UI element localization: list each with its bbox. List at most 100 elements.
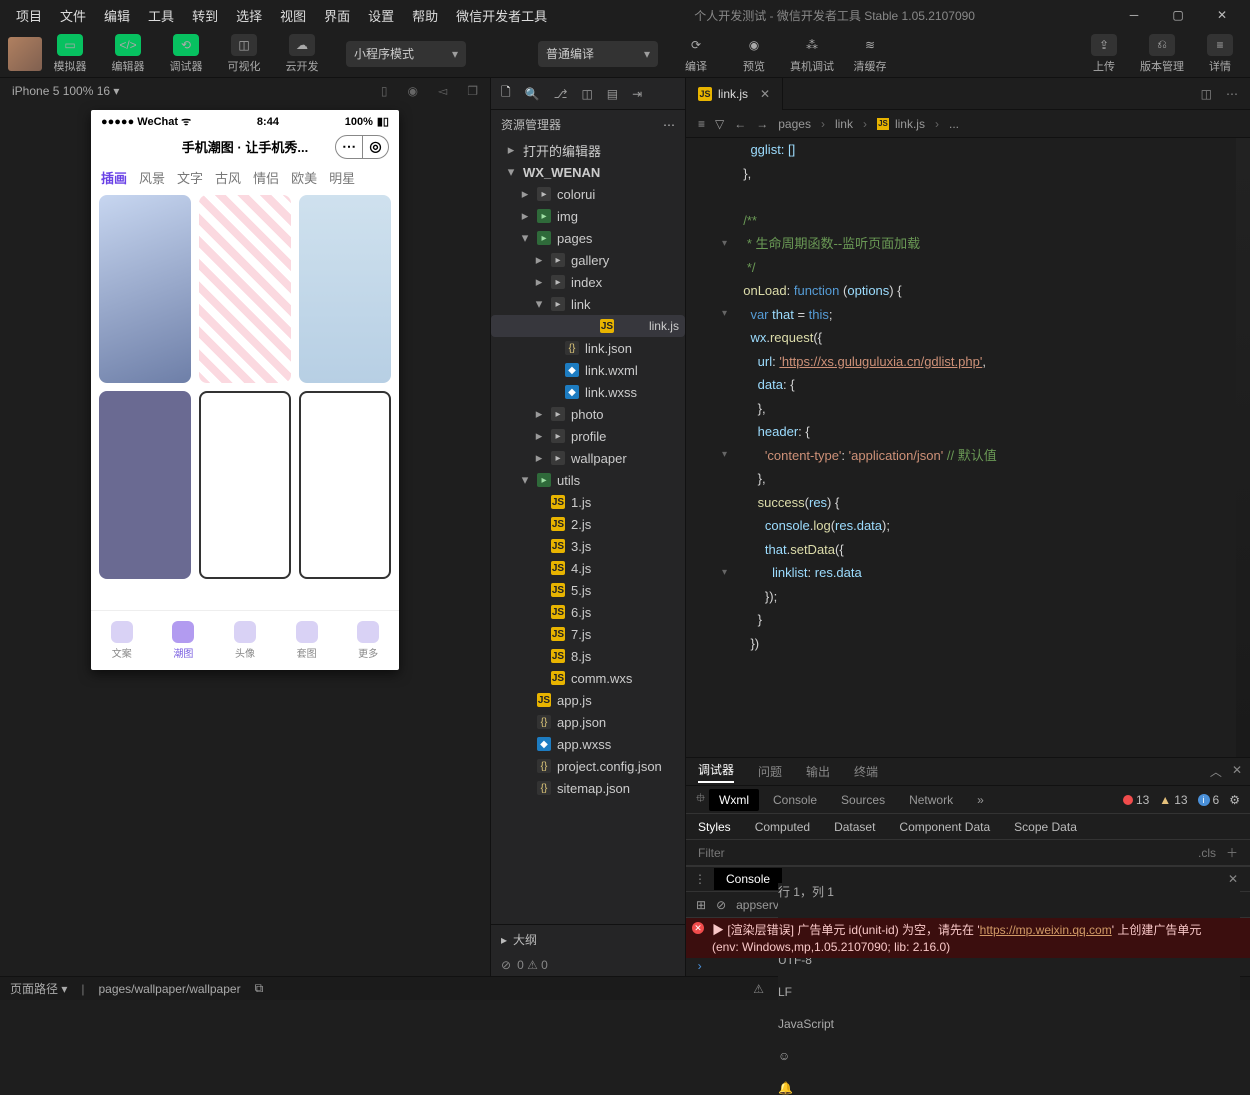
debugger-toggle[interactable]: ⟲调试器 [164,34,208,74]
folder-link[interactable]: ▾▸link [491,293,685,315]
mini-program-mode-select[interactable]: 小程序模式▾ [346,41,466,67]
devtools-wxml[interactable]: Wxml [709,789,759,811]
panel-up-icon[interactable]: ︿ [1210,763,1222,780]
real-debug-button[interactable]: ⁂真机调试 [790,34,834,74]
menu-goto[interactable]: 转到 [184,2,226,29]
menu-tool[interactable]: 工具 [140,2,182,29]
warning-count[interactable]: ▲13 [1159,793,1187,807]
devtools-more[interactable]: » [967,789,994,811]
maximize-button[interactable]: ▢ [1158,1,1198,29]
console-sidebar-icon[interactable]: ⊞ [696,898,706,912]
tab-close-icon[interactable]: ✕ [760,87,770,101]
more-icon[interactable]: ⋯ [1226,87,1238,101]
compile-mode-select[interactable]: 普通编译▾ [538,41,658,67]
menu-select[interactable]: 选择 [228,2,270,29]
scopedata-tab[interactable]: Scope Data [1014,820,1077,834]
editor-tab-linkjs[interactable]: JS link.js✕ [686,78,783,110]
gallery-tile[interactable] [99,195,191,383]
menu-interface[interactable]: 界面 [316,2,358,29]
file-project-config[interactable]: {}project.config.json [491,755,685,777]
console-drawer-tab[interactable]: Console [714,868,782,890]
page-path[interactable]: pages/wallpaper/wallpaper [98,982,240,996]
eol[interactable]: LF [778,985,1240,999]
folder-img[interactable]: ▸▸img [491,205,685,227]
file-3js[interactable]: JS3.js [491,535,685,557]
file-link-wxss[interactable]: ◆link.wxss [491,381,685,403]
project-root[interactable]: ▾WX_WENAN [491,161,685,183]
gallery-tile[interactable] [99,391,191,579]
menu-wxdevtools[interactable]: 微信开发者工具 [448,2,555,29]
file-5js[interactable]: JS5.js [491,579,685,601]
error-count[interactable]: 13 [1123,793,1149,807]
folder-gallery[interactable]: ▸▸gallery [491,249,685,271]
device-icon[interactable]: ▯ [381,84,388,98]
minimap[interactable] [1236,138,1250,757]
gallery-tile[interactable] [199,195,291,383]
outline-section[interactable]: ▸大纲 [491,924,685,954]
fwd-icon[interactable]: → [756,117,768,131]
visual-toggle[interactable]: ◫可视化 [222,34,266,74]
gallery-tile[interactable] [299,195,391,383]
file-6js[interactable]: JS6.js [491,601,685,623]
nav-more[interactable]: 更多 [357,621,379,660]
nav-avatar[interactable]: 头像 [234,621,256,660]
file-link-js[interactable]: JSlink.js [491,315,685,337]
tab-debugger[interactable]: 调试器 [698,761,734,783]
tab-text[interactable]: 文字 [177,168,203,187]
folder-utils[interactable]: ▾▸utils [491,469,685,491]
file-8js[interactable]: JS8.js [491,645,685,667]
file-4js[interactable]: JS4.js [491,557,685,579]
console-clear-icon[interactable]: ⊘ [716,898,726,912]
compile-button[interactable]: ⟳编译 [674,34,718,74]
devtools-console[interactable]: Console [763,789,827,811]
tab-western[interactable]: 欧美 [291,168,317,187]
warnings-icon[interactable]: ⚠ [753,982,764,996]
file-link-wxml[interactable]: ◆link.wxml [491,359,685,381]
styles-tab[interactable]: Styles [698,820,731,834]
computed-tab[interactable]: Computed [755,820,810,834]
git-icon[interactable]: ⎇ [554,87,568,101]
menu-settings[interactable]: 设置 [360,2,402,29]
preview-button[interactable]: ◉预览 [732,34,776,74]
devtools-settings-icon[interactable]: ⚙ [1229,793,1240,807]
file-commwxs[interactable]: JScomm.wxs [491,667,685,689]
copy-icon[interactable]: ⧉ [255,981,264,996]
tools-icon[interactable]: ⇥ [632,87,642,101]
search-icon[interactable]: 🔍 [525,87,540,101]
info-count[interactable]: i6 [1198,793,1220,807]
ext-icon[interactable]: ◫ [581,87,592,101]
menu-edit[interactable]: 编辑 [96,2,138,29]
notifications-icon[interactable]: 🔔 [778,1081,1240,1095]
version-button[interactable]: ⎌版本管理 [1140,34,1184,74]
console-error-message[interactable]: ✕ ▶ [渲染层错误] 广告单元 id(unit-id) 为空，请先在 'htt… [686,918,1250,958]
tab-terminal[interactable]: 终端 [854,763,878,780]
tab-star[interactable]: 明星 [329,168,355,187]
capsule-button[interactable]: ⋯◎ [335,135,389,159]
componentdata-tab[interactable]: Component Data [899,820,990,834]
phone-category-tabs[interactable]: 插画 风景 文字 古风 情侣 欧美 明星 [91,160,399,195]
avatar[interactable] [8,37,42,71]
gallery-tile[interactable] [199,391,291,579]
dataset-tab[interactable]: Dataset [834,820,875,834]
files-icon[interactable]: 🗋 [501,83,511,104]
clear-cache-button[interactable]: ≋清缓存 [848,34,892,74]
devtools-sources[interactable]: Sources [831,789,895,811]
tab-scenery[interactable]: 风景 [139,168,165,187]
file-7js[interactable]: JS7.js [491,623,685,645]
nav-set[interactable]: 套图 [296,621,318,660]
file-sitemap[interactable]: {}sitemap.json [491,777,685,799]
inspect-element-icon[interactable]: ⯐ [696,789,705,810]
back-icon[interactable]: ← [734,117,746,131]
problems-summary[interactable]: ⊘0 ⚠ 0 [491,954,685,976]
cloud-dev-button[interactable]: ☁云开发 [280,34,324,74]
upload-button[interactable]: ⇪上传 [1082,34,1126,74]
file-appwxss[interactable]: ◆app.wxss [491,733,685,755]
folder-pages[interactable]: ▾▸pages [491,227,685,249]
gallery-tile[interactable] [299,391,391,579]
phone-simulator[interactable]: ●●●●● WeChat ᯤ 8:44 100%▮▯ 手机潮图 · 让手机秀..… [91,110,399,670]
menu-view[interactable]: 视图 [272,2,314,29]
bookmark-icon[interactable]: ▽ [715,117,724,131]
error-link[interactable]: https://mp.weixin.qq.com [980,923,1112,937]
file-2js[interactable]: JS2.js [491,513,685,535]
file-link-json[interactable]: {}link.json [491,337,685,359]
